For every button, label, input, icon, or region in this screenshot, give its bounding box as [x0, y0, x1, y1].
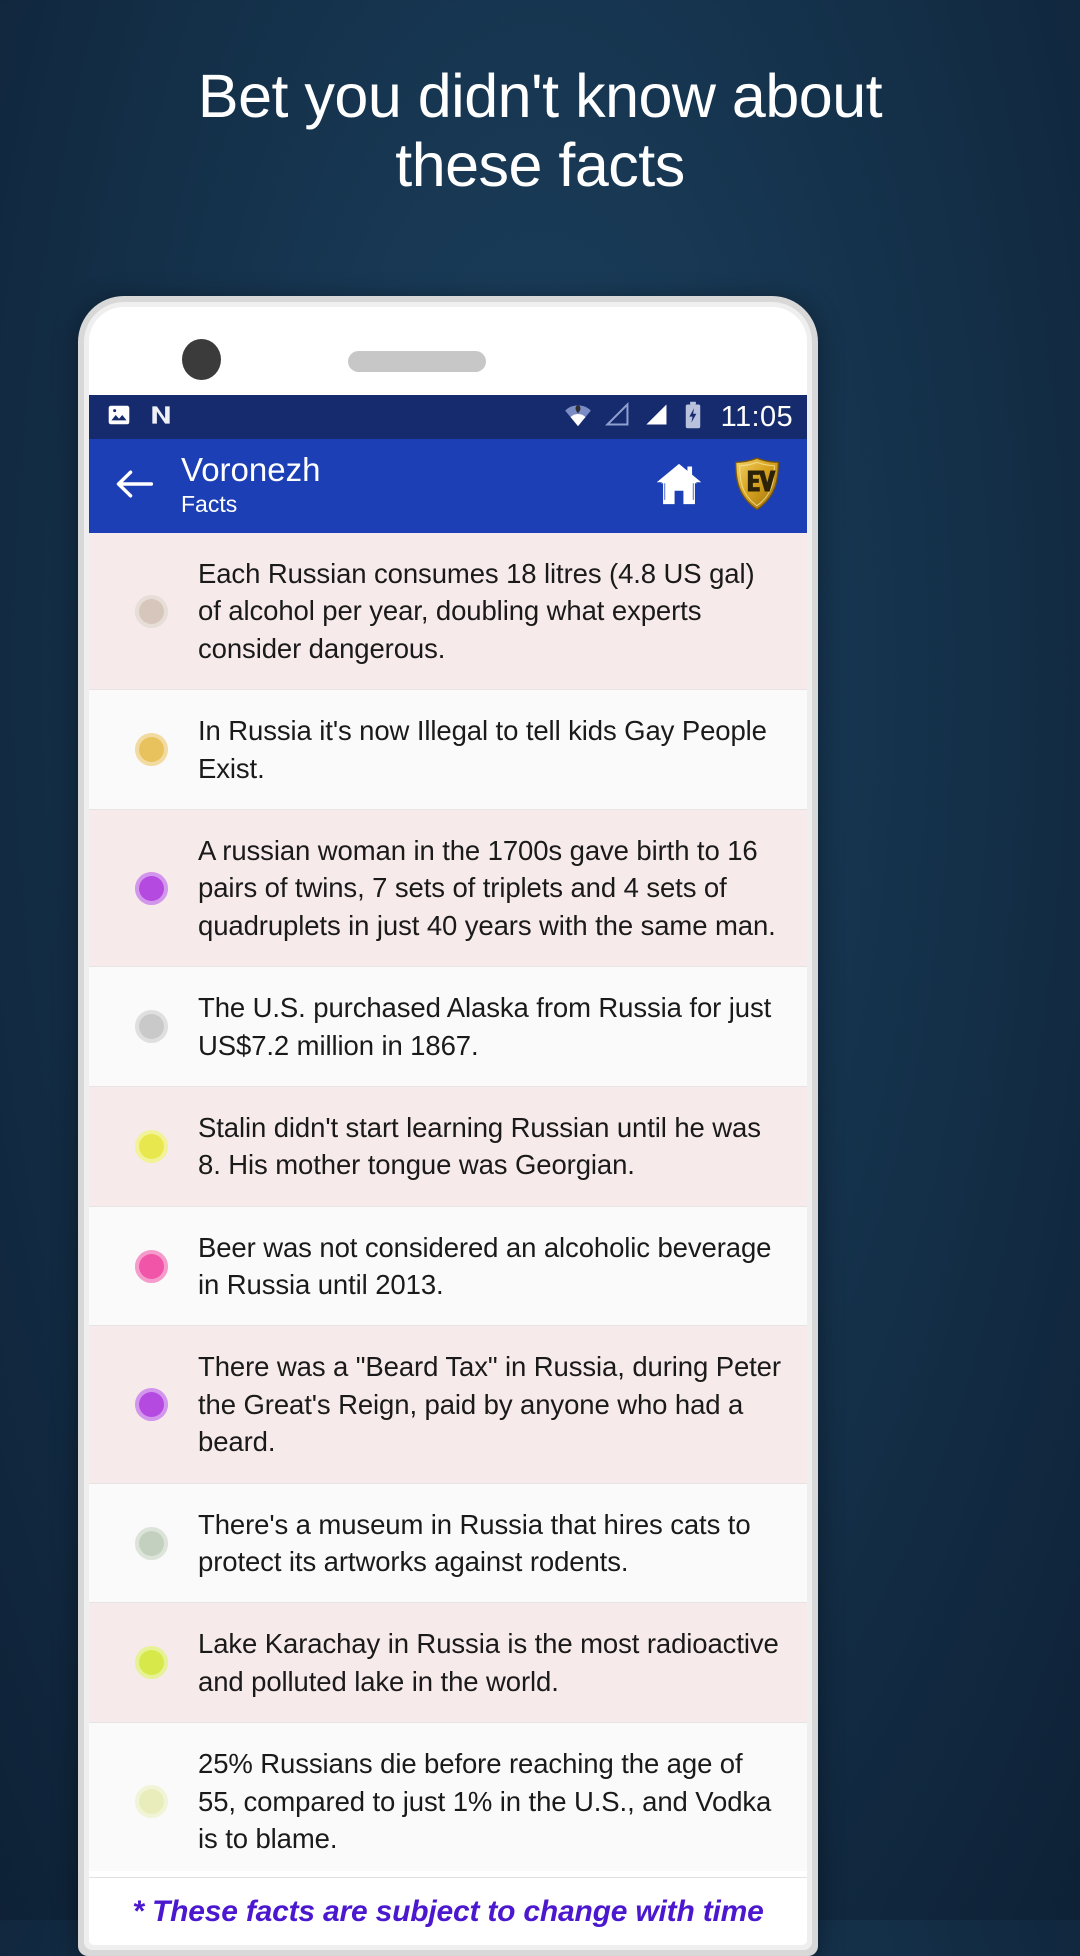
page-title: Voronezh — [181, 450, 321, 488]
list-item[interactable]: The U.S. purchased Alaska from Russia fo… — [89, 967, 807, 1087]
ev-logo-button[interactable] — [729, 456, 785, 517]
image-icon — [106, 402, 132, 433]
promo-headline: Bet you didn't know about these facts — [0, 62, 1080, 200]
footer-disclaimer: * These facts are subject to change with… — [89, 1877, 807, 1945]
fact-text: Lake Karachay in Russia is the most radi… — [198, 1628, 779, 1697]
phone-top-bezel — [89, 307, 807, 395]
app-bar-titles: Voronezh Facts — [181, 452, 651, 521]
signal-empty-icon — [604, 402, 631, 432]
fact-text: There's a museum in Russia that hires ca… — [198, 1508, 751, 1578]
page-subtitle: Facts — [181, 491, 238, 518]
list-item[interactable]: Beer was not considered an alcoholic bev… — [89, 1206, 807, 1327]
earpiece-speaker-icon — [348, 351, 486, 372]
fact-bullet-dot-icon — [135, 1249, 168, 1283]
fact-bullet-dot-icon — [135, 1388, 168, 1422]
fact-text: There was a "Beard Tax" in Russia, durin… — [198, 1351, 781, 1458]
home-button[interactable] — [651, 458, 707, 514]
fact-text: 25% Russians die before reaching the age… — [198, 1748, 772, 1854]
status-bar-left-icons — [106, 402, 174, 433]
fact-text: Each Russian consumes 18 litres (4.8 US … — [198, 558, 755, 664]
list-item[interactable]: Lake Karachay in Russia is the most radi… — [89, 1603, 807, 1724]
fact-text: Beer was not considered an alcoholic bev… — [198, 1231, 772, 1301]
home-icon — [654, 460, 704, 513]
status-bar-right-icons: 11:05 — [564, 401, 793, 434]
promo-headline-line2: these facts — [395, 130, 685, 199]
front-camera-dot-icon — [182, 339, 221, 380]
fact-bullet-dot-icon — [135, 1010, 168, 1044]
status-bar: 11:05 — [89, 395, 807, 439]
fact-text: A russian woman in the 1700s gave birth … — [198, 834, 776, 941]
list-item[interactable]: In Russia it's now Illegal to tell kids … — [89, 690, 807, 810]
wifi-icon — [564, 402, 592, 433]
signal-full-icon — [644, 402, 670, 432]
phone-device-frame: 11:05 Voronezh Facts Each Russian consum… — [78, 296, 818, 1956]
phone-screen: 11:05 Voronezh Facts Each Russian consum… — [89, 307, 807, 1945]
status-bar-clock: 11:05 — [720, 400, 793, 433]
fact-bullet-dot-icon — [135, 1784, 168, 1818]
back-button[interactable] — [107, 459, 161, 513]
app-bar: Voronezh Facts — [89, 439, 807, 533]
fact-bullet-dot-icon — [135, 594, 168, 628]
fact-bullet-dot-icon — [135, 1129, 168, 1163]
app-bar-actions — [651, 456, 785, 517]
nova-launcher-icon — [148, 402, 174, 433]
footer-disclaimer-text: * These facts are subject to change with… — [132, 1894, 764, 1928]
ev-shield-logo-icon — [730, 456, 784, 517]
battery-charging-icon — [683, 401, 703, 434]
list-item[interactable]: There was a "Beard Tax" in Russia, durin… — [89, 1326, 807, 1484]
list-item[interactable]: Each Russian consumes 18 litres (4.8 US … — [89, 533, 807, 691]
fact-bullet-dot-icon — [135, 1646, 168, 1680]
fact-bullet-dot-icon — [135, 871, 168, 905]
list-item[interactable]: A russian woman in the 1700s gave birth … — [89, 809, 807, 968]
fact-text: The U.S. purchased Alaska from Russia fo… — [198, 992, 772, 1061]
list-item[interactable]: Stalin didn't start learning Russian unt… — [89, 1086, 807, 1207]
fact-bullet-dot-icon — [135, 1526, 168, 1560]
back-arrow-icon — [114, 467, 154, 506]
promo-headline-line1: Bet you didn't know about — [197, 62, 883, 130]
fact-text: In Russia it's now Illegal to tell kids … — [198, 715, 767, 784]
list-item[interactable]: There's a museum in Russia that hires ca… — [89, 1483, 807, 1604]
fact-bullet-dot-icon — [135, 733, 168, 767]
phone-inner-frame: 11:05 Voronezh Facts Each Russian consum… — [84, 302, 812, 1950]
list-item[interactable]: 25% Russians die before reaching the age… — [89, 1723, 807, 1871]
fact-text: Stalin didn't start learning Russian unt… — [198, 1111, 761, 1181]
facts-list[interactable]: Each Russian consumes 18 litres (4.8 US … — [89, 533, 807, 1871]
